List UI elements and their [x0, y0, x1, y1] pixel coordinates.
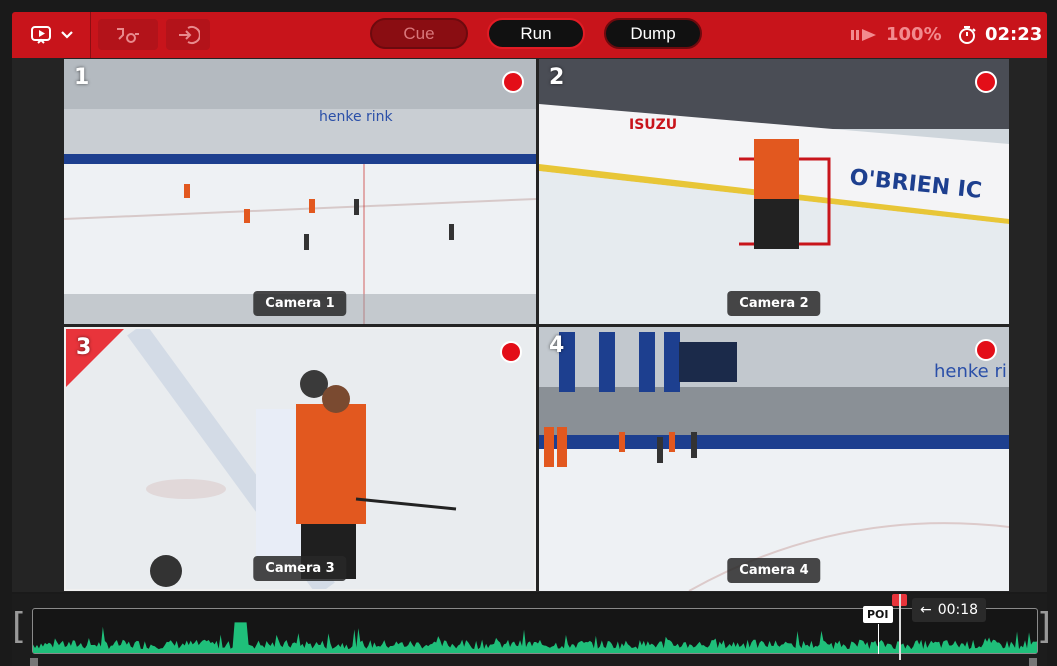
poi-marker[interactable]: POI: [863, 606, 893, 623]
chevron-down-icon: [61, 30, 73, 39]
camera-4-record-indicator: [975, 339, 997, 361]
top-toolbar: Cue Run Dump 100% 02:23: [12, 12, 1047, 58]
toolbar-divider: [90, 12, 91, 58]
camera-1-label: Camera 1: [253, 291, 347, 316]
camera-3-record-indicator: [500, 341, 522, 363]
camera-3-view[interactable]: 3 Camera 3: [64, 327, 536, 591]
camera-1-number: 1: [74, 65, 90, 90]
playback-speed[interactable]: 100%: [850, 24, 942, 45]
camera-1-record-indicator: [502, 71, 524, 93]
camera-4-image: henke ri: [539, 327, 1009, 591]
camera-3-number: 3: [76, 335, 92, 360]
timeline-out-bracket[interactable]: ]: [1037, 602, 1051, 652]
camera-2-record-indicator: [975, 71, 997, 93]
run-button[interactable]: Run: [487, 18, 585, 49]
camera-4-number: 4: [549, 333, 565, 358]
replay-timeline: [ ] POI ← 00:18: [12, 594, 1051, 666]
camera-1-view[interactable]: henke rink 1 Camera 1: [64, 59, 536, 324]
replay-offset-value: 00:18: [937, 602, 979, 618]
waveform-shape: [33, 622, 1037, 653]
export-button[interactable]: [166, 19, 210, 50]
timeline-scroll-right[interactable]: [1029, 658, 1037, 666]
camera-grid: henke rink 1 Camera 1 O'BRIEN IC ISUZU 2…: [64, 59, 1009, 591]
timeline-scroll-left[interactable]: [30, 658, 38, 666]
poi-marker-line: [878, 624, 879, 654]
back-arrow-icon: ←: [920, 602, 932, 618]
camera-switch-button[interactable]: [98, 19, 158, 50]
dump-button[interactable]: Dump: [604, 18, 702, 49]
clip-timer: 02:23: [957, 24, 1042, 45]
replay-offset-indicator: ← 00:18: [912, 598, 987, 622]
camera-4-view[interactable]: henke ri 4 Camera 4: [539, 327, 1009, 591]
timeline-in-bracket[interactable]: [: [12, 602, 26, 652]
stopwatch-icon: [959, 25, 976, 44]
timer-value: 02:23: [985, 24, 1043, 45]
camera-2-label: Camera 2: [727, 291, 821, 316]
camera-3-selected-corner: [66, 329, 124, 387]
export-icon: [179, 25, 200, 44]
camera-4-label: Camera 4: [727, 558, 821, 583]
camera-2-number: 2: [549, 65, 565, 90]
camera-switch-icon: [117, 27, 139, 43]
multiview-panel: henke rink 1 Camera 1 O'BRIEN IC ISUZU 2…: [12, 58, 1047, 592]
speed-value: 100%: [886, 24, 942, 45]
camera-1-image: henke rink: [64, 59, 536, 324]
svg-text:ISUZU: ISUZU: [629, 117, 677, 133]
camera-3-label: Camera 3: [253, 556, 347, 581]
playhead[interactable]: [899, 594, 901, 660]
svg-text:henke rink: henke rink: [319, 109, 394, 125]
replay-menu-button[interactable]: [22, 19, 82, 50]
replay-icon: [31, 25, 51, 44]
camera-3-image: [66, 329, 534, 589]
play-speed-icon: [851, 28, 876, 41]
camera-2-image: O'BRIEN IC ISUZU: [539, 59, 1009, 324]
camera-2-view[interactable]: O'BRIEN IC ISUZU 2 Camera 2: [539, 59, 1009, 324]
svg-text:henke ri: henke ri: [934, 361, 1007, 382]
cue-button[interactable]: Cue: [370, 18, 468, 49]
